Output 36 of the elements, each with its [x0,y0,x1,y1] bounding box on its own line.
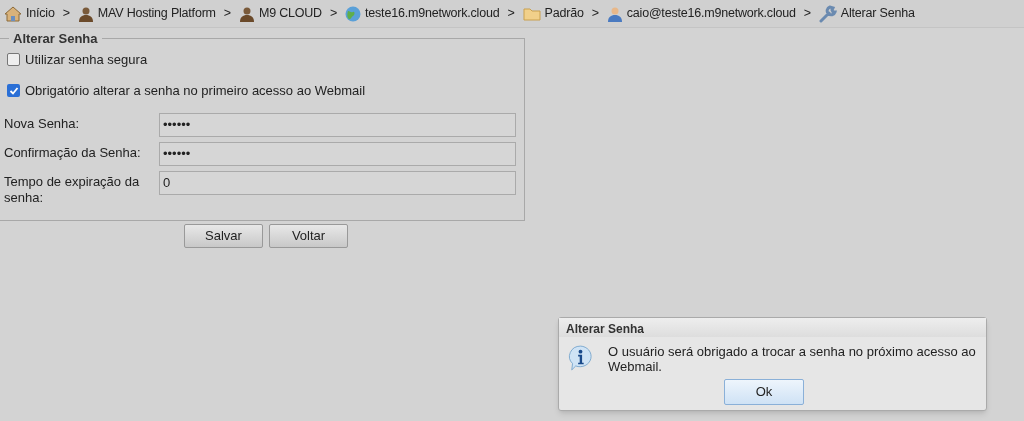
breadcrumb-link[interactable]: MAV Hosting Platform [97,4,216,23]
checkbox[interactable] [7,52,20,66]
checkbox-label: Obrigatório alterar a senha no primeiro acesso ao Webmail [25,82,366,100]
breadcrumb-link[interactable]: Padrão [544,4,584,23]
dialog-message: O usuário será obrigado a trocar a senha no próximo acesso ao Webmail. [608,343,977,374]
breadcrumb-link[interactable]: M9 CLOUD [258,4,322,23]
dialog-title: Alterar Senha [559,318,986,337]
text-field[interactable]: •••••• [159,112,516,137]
folder-icon [522,6,541,21]
breadcrumb-separator: > [328,5,339,23]
field-label: Tempo de expiração da senha: [4,172,141,206]
user-icon [606,5,623,22]
field-label: Nova Senha: [4,114,81,132]
text-field[interactable]: 0 [159,170,516,195]
house-icon [4,5,22,22]
form-button[interactable]: Salvar [184,223,263,248]
breadcrumb-separator: > [61,5,71,23]
wrench-icon [818,4,837,23]
breadcrumb-link[interactable]: teste16.m9network.cloud [365,4,500,23]
checkbox-label: Utilizar senha segura [25,50,148,69]
person-icon [238,5,255,22]
breadcrumb-separator: > [222,5,232,23]
breadcrumb-separator: > [590,5,600,23]
form-button[interactable]: Voltar [269,223,348,248]
field-label: Confirmação da Senha: [4,143,142,161]
checkbox[interactable] [7,84,20,98]
person-icon [77,5,94,22]
breadcrumb-separator: > [802,5,812,23]
breadcrumb-link[interactable]: Alterar Senha [840,4,915,23]
breadcrumb-separator: > [506,5,516,23]
breadcrumb-link[interactable]: caio@teste16.m9network.cloud [626,4,796,23]
section-title: Alterar Senha [12,30,99,48]
ok-button[interactable]: Ok [724,379,804,405]
text-field[interactable]: •••••• [159,141,516,166]
globe-icon [345,5,362,22]
breadcrumb-link[interactable]: Início [26,4,55,23]
